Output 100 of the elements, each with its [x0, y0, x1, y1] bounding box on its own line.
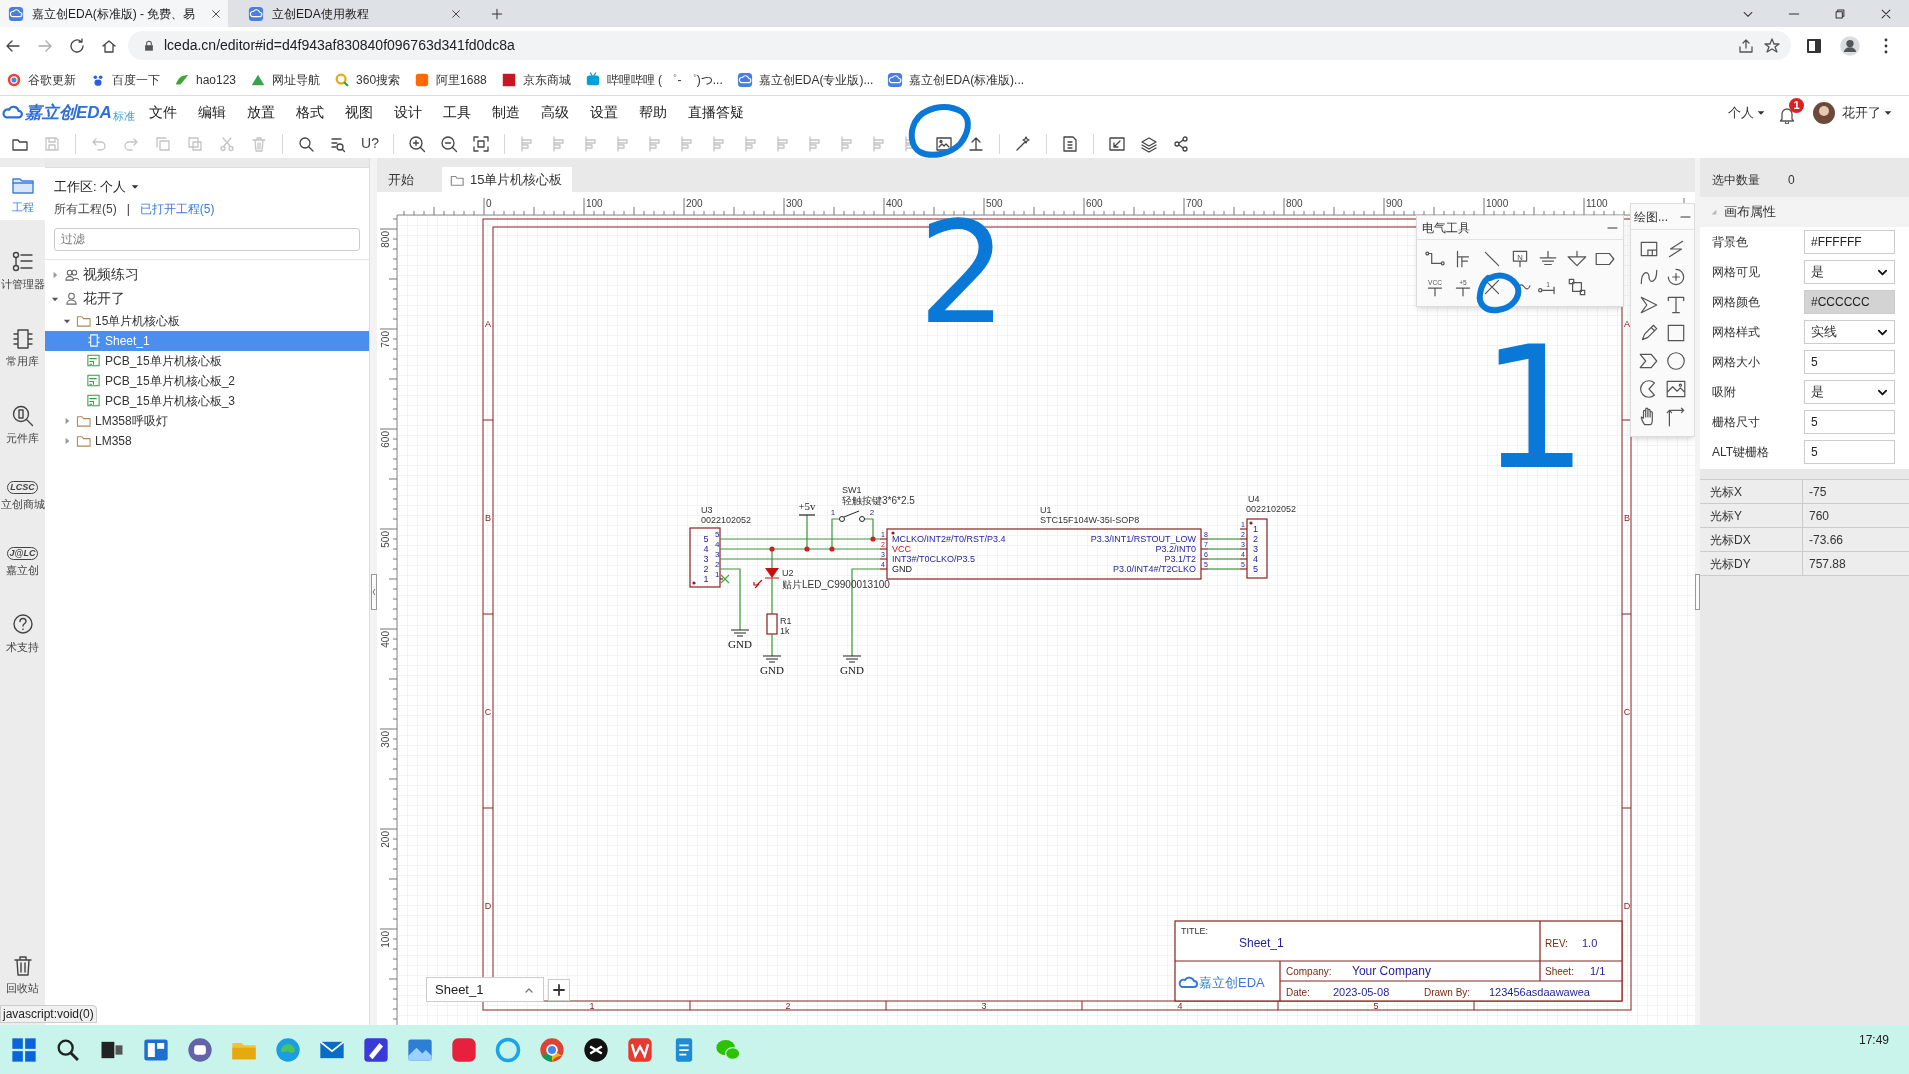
rounded-app-icon[interactable]: [450, 1035, 478, 1064]
menu-item[interactable]: 帮助: [638, 102, 667, 123]
image-icon[interactable]: [1665, 378, 1688, 400]
sidebar-icon[interactable]: [1805, 36, 1823, 55]
ellipse-tool-icon[interactable]: [1665, 350, 1688, 372]
browser-swirl-icon[interactable]: [274, 1035, 302, 1064]
tree-item[interactable]: LM358: [45, 430, 369, 451]
tree-item[interactable]: PCB_15单片机核心板_2: [45, 370, 369, 391]
sidebar-tab[interactable]: LCSC 立创商城: [0, 475, 45, 517]
close-icon[interactable]: [450, 7, 462, 20]
title-block-value: Your Company: [1352, 964, 1431, 978]
reload-icon[interactable]: [68, 36, 86, 55]
zoom-out-icon[interactable]: [440, 134, 458, 153]
menu-item[interactable]: 设置: [589, 102, 618, 123]
sidebar-tab[interactable]: 常用库: [0, 321, 45, 374]
dark-app-icon[interactable]: [582, 1035, 610, 1064]
bookmark-link[interactable]: 京东商城: [500, 70, 571, 89]
wire: [719, 568, 741, 631]
document-icon[interactable]: [1061, 134, 1079, 153]
document-tab[interactable]: 15单片机核心板: [442, 167, 572, 192]
title-block-value: 123456asdaawawea: [1489, 986, 1590, 998]
user-menu[interactable]: 花开了: [1842, 102, 1893, 123]
tree-item[interactable]: LM358呼吸灯: [45, 410, 369, 431]
wand-icon[interactable]: [1014, 134, 1032, 153]
sidebar-tab[interactable]: 工程: [0, 167, 45, 220]
property-dropdown[interactable]: 是: [1804, 380, 1895, 404]
bell-icon[interactable]: [1778, 105, 1796, 124]
color-field[interactable]: #CCCCCC: [1804, 290, 1895, 314]
chat-bubble-icon[interactable]: [186, 1035, 214, 1064]
tree-item[interactable]: PCB_15单片机核心板_3: [45, 390, 369, 411]
bookmark-link[interactable]: 百度一下: [90, 70, 160, 89]
tree-item[interactable]: 15单片机核心板: [45, 310, 369, 331]
browser-tab[interactable]: 嘉立创EDA(标准版) - 免费、易: [0, 0, 228, 27]
pin-line: [1239, 558, 1248, 560]
menu-item[interactable]: 工具: [442, 102, 471, 123]
ruler-label: 500: [986, 198, 1003, 209]
bookmark-link[interactable]: 谷歌更新: [6, 70, 76, 89]
sidebar-tab-label: 立创商城: [0, 497, 45, 511]
project-filter-link[interactable]: 已打开工程(5): [139, 200, 215, 218]
new-tab-icon[interactable]: [490, 7, 504, 21]
property-field[interactable]: 5: [1804, 440, 1895, 464]
pen-app-icon[interactable]: [362, 1035, 390, 1064]
address-field[interactable]: lceda.cn/editor#id=d4f943af830840f096763d341fd0dc8a: [128, 31, 1791, 60]
bookmark-link[interactable]: 嘉立创EDA(专业版)...: [736, 70, 874, 89]
menu-item[interactable]: 编辑: [197, 102, 226, 123]
menu-item[interactable]: 放置: [246, 102, 275, 123]
project-filter-link[interactable]: 所有工程(5): [54, 200, 117, 218]
collapse-handle-icon[interactable]: [370, 573, 377, 610]
zone-label: D: [484, 901, 492, 911]
menu-item[interactable]: 直播答疑: [687, 102, 744, 123]
sidebar-tab[interactable]: 回收站: [0, 948, 45, 1001]
property-dropdown[interactable]: 实线: [1804, 320, 1895, 344]
collapse-handle-icon[interactable]: [1695, 573, 1700, 610]
add-sheet-button[interactable]: [548, 978, 570, 1001]
menu-item[interactable]: 格式: [295, 102, 324, 123]
image-icon[interactable]: [935, 134, 953, 153]
menu-item[interactable]: 视图: [344, 102, 373, 123]
tree-item[interactable]: 视频练习: [45, 262, 369, 287]
property-dropdown[interactable]: 是: [1804, 260, 1895, 284]
bookmark-link[interactable]: hao123: [174, 70, 237, 89]
property-field[interactable]: 5: [1804, 350, 1895, 374]
share-icon[interactable]: [1172, 134, 1190, 153]
bookmark-link[interactable]: 网址导航: [250, 70, 321, 89]
profile-icon[interactable]: [1839, 34, 1861, 57]
tree-item[interactable]: 花开了: [45, 286, 369, 311]
tab-title: 嘉立创EDA(标准版) - 免费、易: [32, 5, 197, 23]
import-icon[interactable]: [1108, 134, 1126, 153]
zoom-in-icon[interactable]: [408, 134, 426, 153]
menu-item[interactable]: 文件: [148, 102, 177, 123]
sidebar-tab[interactable]: 计管理器: [0, 244, 45, 297]
filter-field[interactable]: 过滤: [54, 227, 360, 251]
bookmark-link[interactable]: 阿里1688: [414, 70, 487, 89]
property-field[interactable]: 5: [1804, 410, 1895, 434]
search-icon[interactable]: [297, 134, 315, 153]
bookmark-link[interactable]: 360搜索: [334, 70, 401, 89]
sheet-tab[interactable]: Sheet_1: [426, 977, 544, 1002]
fit-view-icon[interactable]: [472, 134, 490, 153]
star-icon[interactable]: [1763, 36, 1781, 55]
menu-item[interactable]: 设计: [393, 102, 422, 123]
windows-logo-icon[interactable]: [10, 1035, 38, 1064]
chrome-icon[interactable]: [538, 1035, 566, 1064]
sidebar-tab[interactable]: J@LC 嘉立创: [0, 541, 45, 583]
menu-item[interactable]: 高级: [540, 102, 569, 123]
part-number-button[interactable]: U?: [358, 133, 382, 154]
property-field[interactable]: #FFFFFF: [1804, 230, 1895, 254]
menu-item[interactable]: 制造: [491, 102, 520, 123]
bookmark-link[interactable]: 哔哩哔哩 ( ゜- ゜)つ...: [584, 70, 723, 89]
workspace-menu[interactable]: 个人: [1728, 102, 1766, 123]
close-icon[interactable]: [210, 7, 222, 20]
title-block-label: TITLE:: [1181, 926, 1208, 936]
avatar-icon[interactable]: [1812, 100, 1836, 125]
component-value: 0022102052: [1246, 504, 1297, 514]
bookmark-link[interactable]: 嘉立创EDA(标准版)...: [887, 70, 1025, 89]
w-app-icon[interactable]: [626, 1035, 654, 1064]
zone-label: 1: [589, 1001, 595, 1011]
tree-item[interactable]: PCB_15单片机核心板: [45, 350, 369, 371]
sidebar-tab[interactable]: 术支持: [0, 607, 45, 660]
sidebar-tab[interactable]: 元件库: [0, 398, 45, 451]
workspace-dropdown[interactable]: 工作区: 个人: [54, 177, 141, 197]
restore-icon[interactable]: [1833, 6, 1847, 21]
